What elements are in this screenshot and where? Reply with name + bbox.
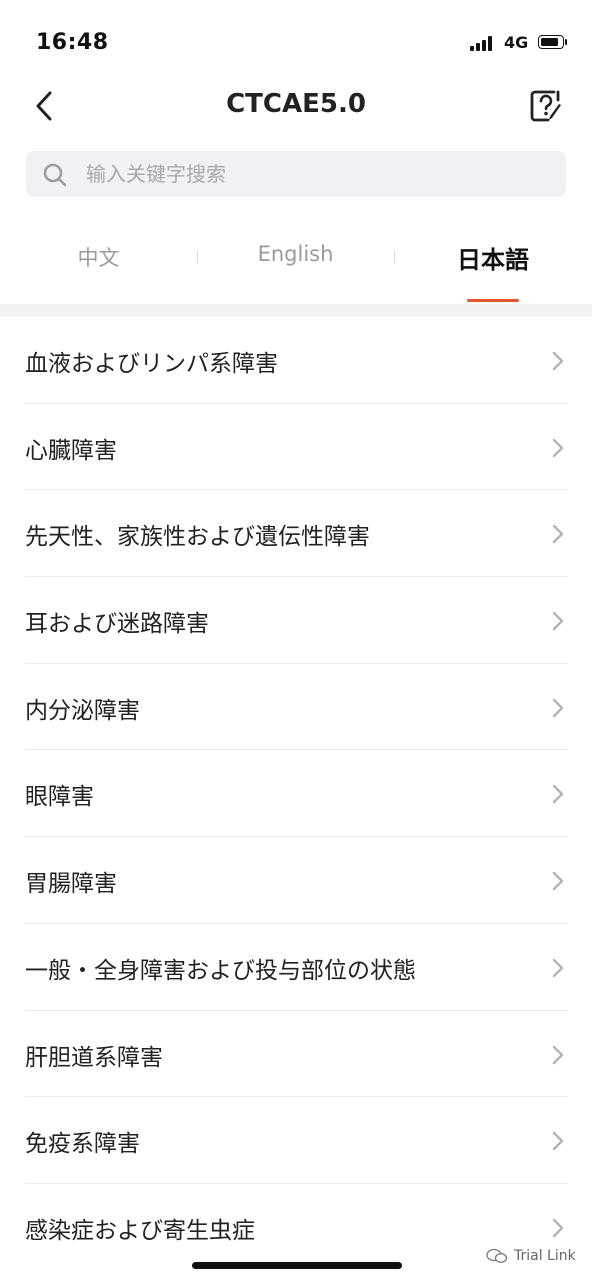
status-bar: 16:48 4G	[0, 0, 592, 80]
watermark: Trial Link	[486, 1248, 576, 1264]
list-item-label: 一般・全身障害および投与部位の状態	[25, 957, 416, 984]
chevron-right-icon	[552, 351, 564, 371]
list-item[interactable]: 心臓障害	[0, 404, 592, 491]
list-item[interactable]: 免疫系障害	[0, 1097, 592, 1184]
search-input[interactable]	[86, 151, 546, 197]
tab-japanese[interactable]: 日本語	[394, 228, 592, 304]
list-item-label: 肝胆道系障害	[25, 1044, 163, 1071]
list-item[interactable]: 血液およびリンパ系障害	[0, 317, 592, 404]
list-item-label: 眼障害	[25, 784, 94, 811]
battery-icon	[538, 35, 568, 51]
list-item-label: 血液およびリンパ系障害	[25, 351, 278, 377]
list-item[interactable]: 耳および迷路障害	[0, 577, 592, 664]
chevron-right-icon	[552, 1218, 564, 1238]
chevron-right-icon	[552, 525, 564, 544]
help-button[interactable]	[528, 88, 564, 124]
list-item-label: 心臓障害	[25, 437, 117, 464]
list-item[interactable]: 胃腸障害	[0, 837, 592, 924]
list-item[interactable]: 先天性、家族性および遺伝性障害	[0, 490, 592, 578]
tab-english[interactable]: English	[197, 228, 394, 304]
category-list: 血液およびリンパ系障害 心臓障害 先天性、家族性および遺伝性障害 耳および迷路障…	[0, 317, 592, 1271]
list-item-label: 耳および迷路障害	[25, 611, 209, 638]
home-indicator[interactable]	[192, 1262, 402, 1269]
list-item[interactable]: 内分泌障害	[0, 664, 592, 751]
list-item-label: 内分泌障害	[25, 697, 140, 724]
active-tab-indicator	[467, 299, 519, 302]
network-label: 4G	[504, 33, 529, 52]
chevron-right-icon	[552, 698, 564, 717]
page-title: CTCAE5.0	[226, 89, 366, 119]
signal-icon	[470, 35, 496, 51]
search-icon	[43, 163, 67, 187]
chevron-right-icon	[552, 1045, 564, 1064]
list-item-label: 感染症および寄生虫症	[25, 1217, 255, 1244]
help-edit-icon	[530, 90, 561, 122]
section-separator	[0, 304, 592, 317]
search-box[interactable]	[26, 151, 566, 197]
list-item[interactable]: 眼障害	[0, 750, 592, 838]
chevron-right-icon	[552, 611, 564, 631]
chevron-right-icon	[552, 958, 564, 978]
list-item-label: 胃腸障害	[25, 871, 117, 898]
watermark-text: Trial Link	[514, 1248, 576, 1264]
list-item[interactable]: 一般・全身障害および投与部位の状態	[0, 924, 592, 1011]
status-time: 16:48	[36, 30, 109, 55]
chevron-right-icon	[552, 438, 564, 457]
chevron-right-icon	[552, 785, 564, 804]
tab-chinese[interactable]: 中文	[0, 228, 197, 304]
chevron-right-icon	[552, 1131, 564, 1151]
list-item[interactable]: 肝胆道系障害	[0, 1011, 592, 1098]
wechat-icon	[486, 1248, 508, 1263]
chevron-right-icon	[552, 871, 564, 891]
nav-bar: CTCAE5.0	[0, 80, 592, 132]
list-item-label: 先天性、家族性および遺伝性障害	[25, 524, 370, 551]
language-tabs: 中文 English 日本語	[0, 228, 592, 304]
list-item-label: 免疫系障害	[25, 1131, 140, 1158]
